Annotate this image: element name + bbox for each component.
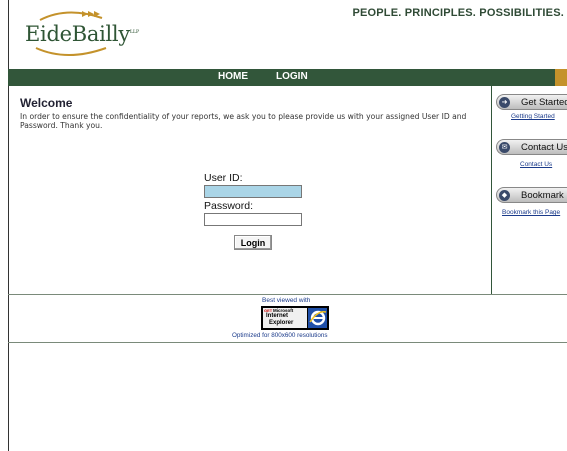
- nav-home-link[interactable]: HOME: [218, 71, 248, 82]
- get-started-label: Get Started: [521, 97, 567, 108]
- footer-divider-bottom: [8, 342, 567, 343]
- ie-logo-icon: [308, 308, 327, 328]
- contact-us-link[interactable]: Contact Us: [520, 161, 552, 168]
- intro-text: In order to ensure the confidentiality o…: [20, 112, 467, 130]
- password-input[interactable]: [204, 213, 302, 226]
- getting-started-link[interactable]: Getting Started: [511, 113, 555, 120]
- eidebailly-logo[interactable]: EideBaillyLLP: [22, 8, 139, 60]
- get-internet-explorer-badge[interactable]: GET Microsoft Internet Explorer: [261, 306, 329, 330]
- tagline: PEOPLE. PRINCIPLES. POSSIBILITIES.: [352, 7, 564, 19]
- login-button[interactable]: Login: [234, 235, 272, 250]
- nav-login-link[interactable]: LOGIN: [276, 71, 308, 82]
- bookmark-label: Bookmark: [521, 190, 564, 201]
- bookmark-button[interactable]: ◆ Bookmark: [496, 187, 567, 203]
- optimized-resolution-text: Optimized for 800x600 resolutions: [232, 332, 328, 339]
- arrow-icon: ➜: [499, 97, 510, 108]
- main-content: Welcome In order to ensure the confident…: [20, 96, 490, 130]
- password-label: Password:: [204, 200, 254, 212]
- user-id-input[interactable]: [204, 185, 302, 198]
- bookmark-icon: ◆: [499, 190, 510, 201]
- badge-internet-text: Internet: [266, 313, 289, 319]
- best-viewed-text: Best viewed with: [262, 297, 311, 304]
- nav-accent-block: [555, 69, 567, 86]
- login-form: User ID: Password: Login: [204, 172, 314, 250]
- contact-us-label: Contact Us: [521, 142, 567, 153]
- nav-bar: HOME LOGIN: [8, 69, 567, 86]
- bookmark-page-link[interactable]: Bookmark this Page: [502, 209, 560, 216]
- badge-text-panel: GET Microsoft Internet Explorer: [263, 308, 307, 328]
- right-sidebar: ➜ Get Started Getting Started ✉ Contact …: [491, 86, 567, 294]
- badge-explorer-text: Explorer: [269, 320, 294, 326]
- page-title: Welcome: [20, 96, 73, 110]
- envelope-icon: ✉: [499, 142, 510, 153]
- footer-divider-top: [8, 294, 567, 295]
- contact-us-button[interactable]: ✉ Contact Us: [496, 139, 567, 155]
- get-started-button[interactable]: ➜ Get Started: [496, 94, 567, 110]
- user-id-label: User ID:: [204, 172, 243, 184]
- logo-text: EideBaillyLLP: [25, 22, 139, 46]
